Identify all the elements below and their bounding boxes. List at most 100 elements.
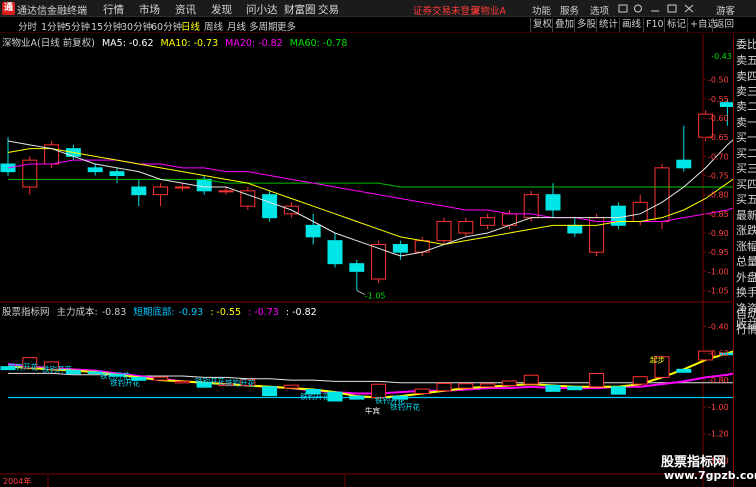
service-menu[interactable]: 服务 (560, 3, 579, 17)
side-item-9[interactable]: 买四 (736, 176, 756, 192)
side-item-14[interactable]: 总量 (736, 253, 756, 269)
side-item-20[interactable]: 行情 (736, 321, 756, 337)
indicator-chart-area[interactable]: 铁钓开花 铁钓开花铁钓开花铁钓开花 铁钓开花 铁钓开花铁钓开花 铁钓开花铁钓开花牛宾起步 (0, 336, 733, 416)
side-item-8[interactable]: 买三 (736, 160, 756, 176)
signal-label: 铁钓开花 (390, 402, 420, 412)
tab-15min[interactable]: 15分钟 (91, 19, 122, 33)
candle (654, 164, 670, 230)
menu-caifuquan[interactable]: 财富圈 (284, 2, 316, 17)
low-price-label: -1.05 (365, 292, 386, 301)
menu-hangqing[interactable]: 行情 (103, 2, 124, 17)
function-menu[interactable]: 功能 (532, 3, 551, 17)
signal-label: 铁钓开花 (42, 364, 72, 374)
settings-icon[interactable] (633, 4, 643, 13)
ma5-line (7, 139, 733, 257)
low-arrow (356, 290, 365, 295)
main-axis-label: -0.60 (708, 114, 729, 123)
back-button[interactable]: 返回 (712, 18, 734, 32)
indicator-bar (283, 384, 299, 389)
side-item-12[interactable]: 涨跌 (736, 222, 756, 238)
indicator-bar (349, 395, 365, 400)
main-chart-area[interactable]: -0.43 -1.05 (0, 51, 733, 301)
candle (109, 167, 125, 184)
side-item-15[interactable]: 外盘 (736, 269, 756, 285)
candle (131, 179, 147, 207)
indicator-bar (327, 391, 343, 402)
side-item-7[interactable]: 买二 (736, 145, 756, 161)
multi-stock-button[interactable]: 多股 (574, 18, 596, 32)
f10-button[interactable]: F10 (643, 18, 664, 32)
side-item-1[interactable]: 卖五 (736, 52, 756, 68)
indicator-bar (610, 386, 626, 395)
tab-daily[interactable]: 日线 (181, 19, 200, 33)
side-item-19[interactable]: 自动 (736, 306, 756, 322)
watermark-title: 股票指标网 (661, 455, 727, 470)
side-item-4[interactable]: 卖二 (736, 98, 756, 114)
indicator-bar (545, 384, 561, 392)
main-axis-label: -1.00 (708, 267, 729, 276)
tab-multi-period[interactable]: 多周期 (249, 19, 278, 33)
kline-chart[interactable]: -0.43-1.05 铁钓开花 铁钓开花铁钓开花铁钓开花 铁钓开花 铁钓开花铁钓开花铁… (0, 34, 733, 487)
main-axis-label: -0.95 (708, 248, 729, 257)
options-menu[interactable]: 选项 (590, 3, 609, 17)
maximize-icon[interactable] (667, 4, 677, 13)
tab-fenshi[interactable]: 分时 (18, 19, 37, 33)
candle-body (196, 178, 212, 192)
menu-shichang[interactable]: 市场 (139, 2, 160, 17)
tab-monthly[interactable]: 月线 (227, 19, 246, 33)
side-item-5[interactable]: 卖一 (736, 114, 756, 130)
mark-button[interactable]: 标记 (664, 18, 686, 32)
current-stock-name: 深物业A (471, 6, 506, 17)
overlay-button[interactable]: 叠加 (552, 18, 574, 32)
candle (676, 125, 692, 172)
side-item-16[interactable]: 换手 (736, 284, 756, 300)
indicator-info: 股票指标网 主力成本: -0.83 短期底部: -0.93 : -0.55 : -0… (2, 304, 321, 318)
signal-label: 铁钓开花 (300, 391, 330, 401)
candle (218, 187, 234, 195)
indicator-v4: : -0.73 (248, 307, 279, 318)
signal-label: 起步 (650, 356, 665, 365)
tab-more[interactable]: 更多 (277, 19, 296, 33)
main-axis-label: -0.85 (708, 210, 729, 219)
skin-icon[interactable] (618, 4, 628, 13)
fuquan-button[interactable]: 复权 (530, 18, 552, 32)
side-item-3[interactable]: 卖三 (736, 83, 756, 99)
side-item-0[interactable]: 委比 (736, 36, 756, 52)
main-axis-label: -0.50 (708, 76, 729, 85)
menu-wenxiaoda[interactable]: 问小达 (246, 2, 278, 17)
draw-line-button[interactable]: 画线 (619, 18, 641, 32)
indicator-bar (458, 383, 474, 389)
side-item-13[interactable]: 涨幅 (736, 238, 756, 254)
statistics-button[interactable]: 统计 (596, 18, 618, 32)
minimize-icon[interactable] (650, 4, 660, 13)
menu-jiaoyi[interactable]: 交易 (318, 2, 339, 17)
side-item-2[interactable]: 卖四 (736, 68, 756, 84)
tab-60min[interactable]: 60分钟 (151, 19, 182, 33)
guest-label[interactable]: 游客 (716, 3, 735, 17)
cost-value: -0.83 (101, 307, 127, 318)
close-icon[interactable] (684, 4, 694, 13)
candle-body (262, 194, 278, 219)
side-item-6[interactable]: 买一 (736, 129, 756, 145)
candle (610, 202, 626, 230)
indicator-v3: : -0.55 (210, 307, 242, 318)
candle (392, 240, 408, 260)
candle-body (174, 186, 190, 189)
menu-zixun[interactable]: 资讯 (175, 2, 196, 17)
signal-label: 铁钓开花 (225, 377, 255, 387)
side-item-10[interactable]: 买五 (736, 191, 756, 207)
tab-1min[interactable]: 1分钟 (41, 19, 66, 33)
candle (0, 137, 16, 176)
indicator-bar (676, 368, 692, 373)
indicator-bar (523, 374, 539, 385)
tab-30min[interactable]: 30分钟 (121, 19, 152, 33)
side-item-11[interactable]: 最新 (736, 207, 756, 223)
trade-login-status[interactable]: 证券交易未登录 (413, 3, 480, 17)
indicator-v5: : -0.82 (285, 307, 317, 318)
candle-body (545, 194, 561, 211)
candle (567, 217, 583, 237)
menu-faxian[interactable]: 发现 (211, 2, 232, 17)
tab-5min[interactable]: 5分钟 (65, 19, 90, 33)
tab-weekly[interactable]: 周线 (204, 19, 223, 33)
candle (240, 187, 256, 210)
